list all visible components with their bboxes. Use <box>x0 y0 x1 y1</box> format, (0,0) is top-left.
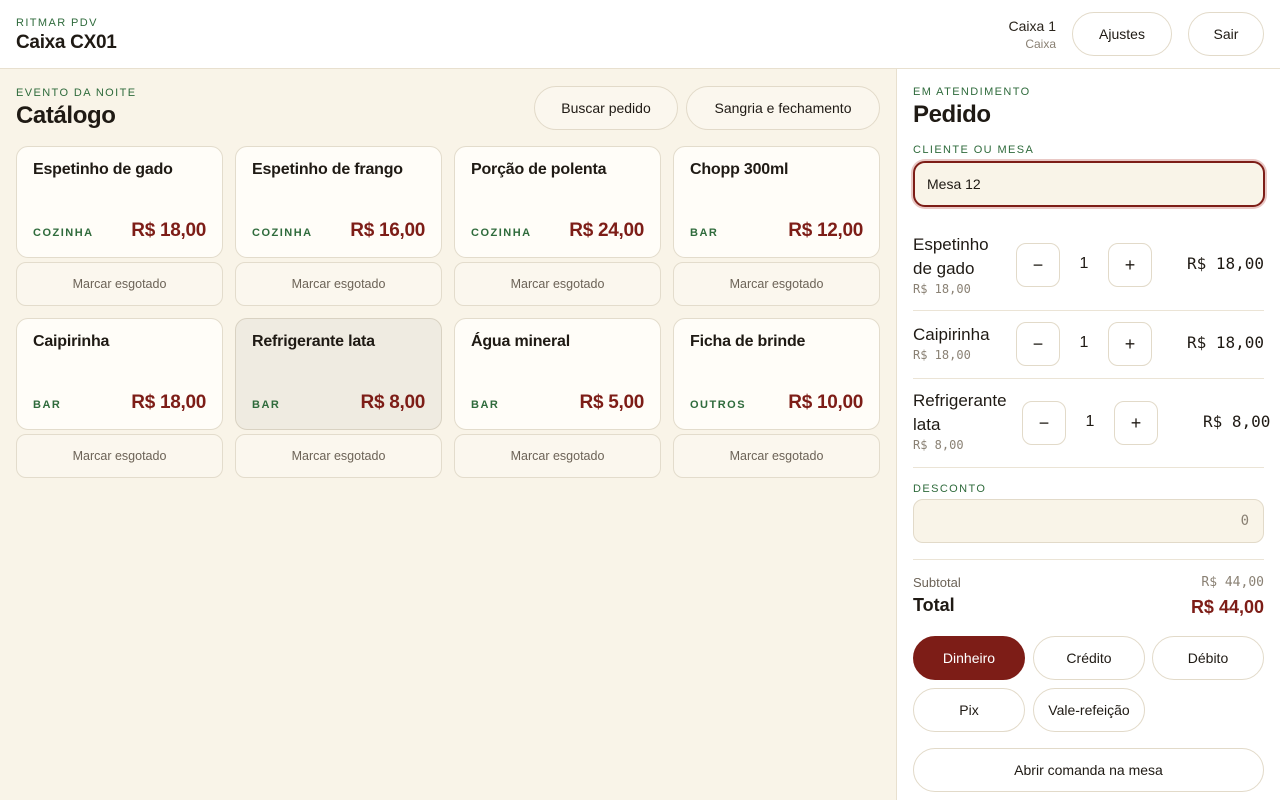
product-name: Espetinho de gado <box>33 161 173 178</box>
event-label: EVENTO DA NOITE <box>16 87 137 99</box>
total-label: Total <box>913 595 955 615</box>
increase-qty-button[interactable]: + <box>1108 322 1152 366</box>
logout-button[interactable]: Sair <box>1188 12 1264 56</box>
line-unit-price: R$ 18,00 <box>913 282 971 296</box>
order-title: Pedido <box>913 101 991 128</box>
product-card[interactable]: Porção de polenta COZINHA R$ 24,00 <box>454 146 661 258</box>
line-item-name: Refrigerante lata <box>913 389 1007 437</box>
decrease-qty-button[interactable]: − <box>1016 243 1060 287</box>
cashout-button[interactable]: Sangria e fechamento <box>686 86 880 130</box>
mark-soldout-button[interactable]: Marcar esgotado <box>454 434 661 478</box>
product-card[interactable]: Espetinho de gado COZINHA R$ 18,00 <box>16 146 223 258</box>
product-card[interactable]: Caipirinha BAR R$ 18,00 <box>16 318 223 430</box>
product-price: R$ 10,00 <box>788 392 863 413</box>
mark-soldout-button[interactable]: Marcar esgotado <box>16 262 223 306</box>
product-category: COZINHA <box>33 227 94 239</box>
payment-cash-button[interactable]: Dinheiro <box>913 636 1025 680</box>
product-name: Espetinho de frango <box>252 161 403 178</box>
order-line: Espetinho de gado R$ 18,00 − 1 + R$ 18,0… <box>913 233 1264 311</box>
line-item-name: Espetinho de gado <box>913 233 989 281</box>
product-name: Refrigerante lata <box>252 333 375 350</box>
discount-label: DESCONTO <box>913 483 987 495</box>
product-card-selected[interactable]: Refrigerante lata BAR R$ 8,00 <box>235 318 442 430</box>
line-item-name-1: Espetinho <box>913 235 989 254</box>
product-name: Porção de polenta <box>471 161 607 178</box>
line-quantity: 1 <box>1079 255 1089 272</box>
line-total: R$ 8,00 <box>1203 412 1271 431</box>
mark-soldout-button[interactable]: Marcar esgotado <box>16 434 223 478</box>
product-card[interactable]: Água mineral BAR R$ 5,00 <box>454 318 661 430</box>
product-name: Ficha de brinde <box>690 333 806 350</box>
product-name: Caipirinha <box>33 333 110 350</box>
line-item-name-2: de gado <box>913 259 975 278</box>
product-price: R$ 18,00 <box>131 220 206 241</box>
product-price: R$ 24,00 <box>569 220 644 241</box>
increase-qty-button[interactable]: + <box>1108 243 1152 287</box>
payment-meal-voucher-button[interactable]: Vale-refeição <box>1033 688 1145 732</box>
product-category: COZINHA <box>252 227 313 239</box>
product-price: R$ 12,00 <box>788 220 863 241</box>
product-card[interactable]: Chopp 300ml BAR R$ 12,00 <box>673 146 880 258</box>
settings-button[interactable]: Ajustes <box>1072 12 1172 56</box>
line-total: R$ 18,00 <box>1187 254 1265 273</box>
order-line: Caipirinha R$ 18,00 − 1 + R$ 18,00 <box>913 311 1264 379</box>
order-header: EM ATENDIMENTO Pedido <box>913 86 1031 129</box>
line-unit-price: R$ 8,00 <box>913 438 964 452</box>
product-category: OUTROS <box>690 399 747 411</box>
product-category: BAR <box>471 399 500 411</box>
client-input[interactable] <box>913 161 1265 207</box>
subtotal-value: R$ 44,00 <box>1201 575 1264 590</box>
line-item-name-2: lata <box>913 415 941 434</box>
product-price: R$ 8,00 <box>360 392 426 413</box>
user-name: Caixa 1 <box>1008 18 1056 34</box>
product-price: R$ 5,00 <box>579 392 645 413</box>
user-role: Caixa <box>1025 37 1056 51</box>
line-item-name: Caipirinha <box>913 323 990 347</box>
product-name: Água mineral <box>471 333 570 350</box>
line-total: R$ 18,00 <box>1187 333 1265 352</box>
open-table-tab-button[interactable]: Abrir comanda na mesa <box>913 748 1264 792</box>
line-item-name-1: Caipirinha <box>913 325 990 344</box>
product-category: COZINHA <box>471 227 532 239</box>
order-line: Refrigerante lata R$ 8,00 − 1 + R$ 8,00 <box>913 379 1270 468</box>
decrease-qty-button[interactable]: − <box>1016 322 1060 366</box>
top-bar: RITMAR PDV Caixa CX01 Caixa 1 Caixa Ajus… <box>0 0 1280 69</box>
discount-input[interactable] <box>913 499 1264 543</box>
order-panel: EM ATENDIMENTO Pedido CLIENTE OU MESA Es… <box>896 69 1280 800</box>
client-label: CLIENTE OU MESA <box>913 144 1035 156</box>
mark-soldout-button[interactable]: Marcar esgotado <box>235 262 442 306</box>
payment-pix-button[interactable]: Pix <box>913 688 1025 732</box>
register-title: Caixa CX01 <box>16 32 117 53</box>
divider <box>913 559 1264 560</box>
product-name: Chopp 300ml <box>690 161 789 178</box>
product-category: BAR <box>33 399 62 411</box>
mark-soldout-button[interactable]: Marcar esgotado <box>673 262 880 306</box>
decrease-qty-button[interactable]: − <box>1022 401 1066 445</box>
product-price: R$ 18,00 <box>131 392 206 413</box>
user-info: Caixa 1 Caixa <box>1009 18 1056 51</box>
product-card[interactable]: Ficha de brinde OUTROS R$ 10,00 <box>673 318 880 430</box>
payment-credit-button[interactable]: Crédito <box>1033 636 1145 680</box>
order-status: EM ATENDIMENTO <box>913 86 1031 98</box>
mark-soldout-button[interactable]: Marcar esgotado <box>454 262 661 306</box>
mark-soldout-button[interactable]: Marcar esgotado <box>235 434 442 478</box>
subtotal-label: Subtotal <box>913 575 961 590</box>
product-price: R$ 16,00 <box>350 220 425 241</box>
app-name: RITMAR PDV <box>16 17 98 29</box>
line-quantity: 1 <box>1085 413 1095 430</box>
mark-soldout-button[interactable]: Marcar esgotado <box>673 434 880 478</box>
line-item-name-1: Refrigerante <box>913 391 1007 410</box>
product-card[interactable]: Espetinho de frango COZINHA R$ 16,00 <box>235 146 442 258</box>
catalog-header: EVENTO DA NOITE Catálogo <box>16 87 136 130</box>
brand: RITMAR PDV Caixa CX01 <box>16 17 117 54</box>
search-order-button[interactable]: Buscar pedido <box>534 86 678 130</box>
increase-qty-button[interactable]: + <box>1114 401 1158 445</box>
payment-debit-button[interactable]: Débito <box>1152 636 1264 680</box>
product-category: BAR <box>252 399 281 411</box>
product-category: BAR <box>690 227 719 239</box>
line-unit-price: R$ 18,00 <box>913 348 971 362</box>
catalog-title: Catálogo <box>16 102 116 129</box>
line-quantity: 1 <box>1079 334 1089 351</box>
total-value: R$ 44,00 <box>1190 597 1264 617</box>
